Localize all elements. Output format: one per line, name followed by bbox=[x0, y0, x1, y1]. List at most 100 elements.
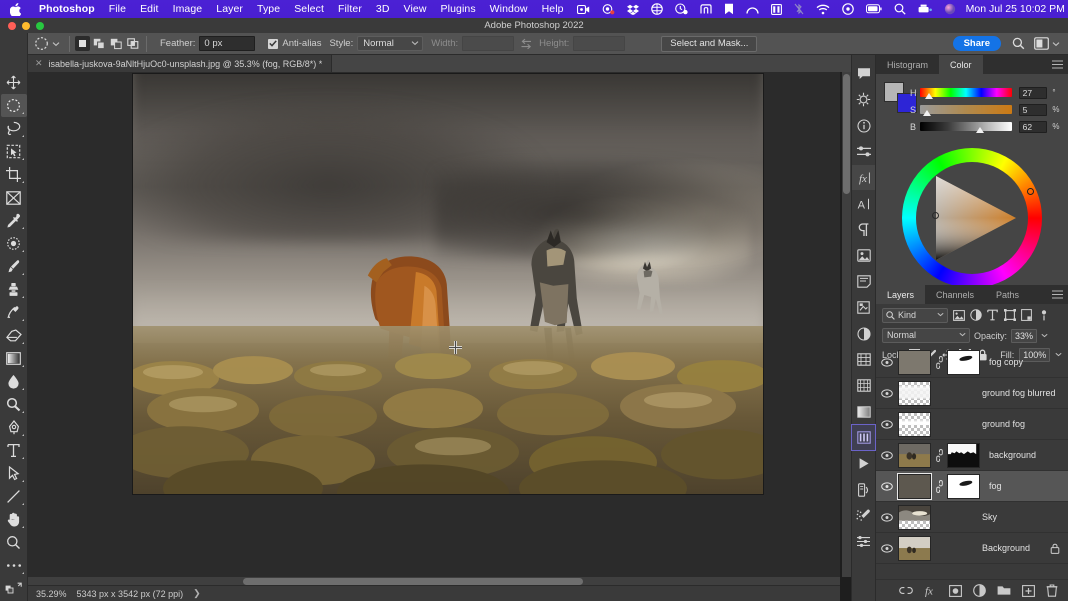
anti-alias-checkbox[interactable]: Anti-alias bbox=[268, 38, 321, 49]
chevron-right-icon[interactable]: ❯ bbox=[193, 588, 201, 599]
workspace-switcher[interactable] bbox=[1034, 37, 1060, 50]
menu-window[interactable]: Window bbox=[483, 3, 535, 15]
spotlight-search-icon[interactable] bbox=[888, 3, 912, 15]
menu-plugins[interactable]: Plugins bbox=[434, 3, 483, 15]
table-row[interactable]: Background bbox=[876, 533, 1068, 564]
swap-width-height-icon[interactable] bbox=[520, 38, 533, 50]
tab-layers[interactable]: Layers bbox=[876, 285, 926, 304]
layer-list[interactable]: fog copy ground fog blurred ground fog b… bbox=[876, 347, 1068, 579]
search-icon[interactable] bbox=[1012, 37, 1025, 50]
select-and-mask-button[interactable]: Select and Mask... bbox=[661, 35, 758, 52]
tab-paths[interactable]: Paths bbox=[985, 285, 1031, 304]
styles-panel-button[interactable]: fx bbox=[852, 165, 875, 190]
menubar-clock[interactable]: Mon Jul 25 10:02 PM bbox=[962, 3, 1068, 15]
layer-visibility-toggle[interactable] bbox=[880, 481, 894, 491]
menu-edit[interactable]: Edit bbox=[133, 3, 166, 15]
menu-select[interactable]: Select bbox=[287, 3, 331, 15]
swatches-panel-button[interactable] bbox=[852, 347, 875, 372]
menu-layer[interactable]: Layer bbox=[209, 3, 250, 15]
spot-healing-brush-tool[interactable] bbox=[1, 232, 27, 255]
type-layers-filter-icon[interactable] bbox=[986, 308, 999, 323]
table-row[interactable]: ground fog blurred bbox=[876, 378, 1068, 409]
control-center-icon[interactable] bbox=[836, 3, 860, 15]
panel-menu-icon[interactable] bbox=[1052, 290, 1063, 299]
adjustment-layers-panel-button[interactable] bbox=[852, 321, 875, 346]
menu-type[interactable]: Type bbox=[250, 3, 287, 15]
layer-name[interactable]: fog copy bbox=[989, 357, 1023, 367]
horizontal-scroll-thumb[interactable] bbox=[243, 578, 583, 585]
clock-badge-icon[interactable] bbox=[669, 3, 694, 15]
layer-thumbnail[interactable] bbox=[898, 504, 931, 530]
pixel-layers-filter-icon[interactable] bbox=[952, 308, 965, 323]
table-row[interactable]: ground fog bbox=[876, 409, 1068, 440]
subtract-from-selection-button[interactable] bbox=[109, 36, 124, 51]
canvas-area[interactable] bbox=[28, 72, 840, 584]
zoom-level[interactable]: 35.29% bbox=[36, 589, 67, 599]
add-layer-mask-button[interactable] bbox=[949, 584, 962, 597]
layer-filter-kind-select[interactable]: Kind bbox=[882, 307, 948, 323]
lasso-tool[interactable] bbox=[1, 117, 27, 140]
link-icon[interactable] bbox=[935, 355, 943, 369]
dodge-tool[interactable] bbox=[1, 393, 27, 416]
printer-dot-icon[interactable] bbox=[912, 4, 938, 15]
layer-visibility-toggle[interactable] bbox=[880, 543, 894, 553]
filter-toggle-icon[interactable] bbox=[1037, 308, 1050, 323]
bluetooth-off-icon[interactable] bbox=[788, 3, 810, 15]
history-brush-tool[interactable] bbox=[1, 301, 27, 324]
zoom-tool[interactable] bbox=[1, 531, 27, 554]
blend-mode-select[interactable]: Normal bbox=[882, 328, 970, 343]
delete-layer-button[interactable] bbox=[1046, 584, 1058, 597]
dropbox-icon[interactable] bbox=[621, 4, 645, 15]
adjustment-layers-filter-icon[interactable] bbox=[969, 308, 982, 323]
layer-thumbnail[interactable] bbox=[898, 380, 931, 406]
new-selection-button[interactable] bbox=[75, 36, 90, 51]
crop-tool[interactable] bbox=[1, 163, 27, 186]
new-adjustment-layer-button[interactable] bbox=[973, 584, 986, 597]
layer-mask-thumbnail[interactable] bbox=[947, 442, 980, 468]
opacity-input[interactable]: 33% bbox=[1011, 328, 1038, 343]
menu-view[interactable]: View bbox=[397, 3, 434, 15]
style-select[interactable]: Normal bbox=[357, 36, 424, 51]
battery-icon[interactable] bbox=[860, 4, 888, 14]
brush-tool[interactable] bbox=[1, 255, 27, 278]
gradient-tool[interactable] bbox=[1, 347, 27, 370]
histogram-panel-button[interactable] bbox=[851, 424, 876, 451]
hue-ring-marker[interactable] bbox=[1027, 188, 1034, 195]
edit-toolbar-button[interactable] bbox=[1, 554, 27, 577]
layer-name[interactable]: Background bbox=[982, 543, 1030, 553]
width-input[interactable] bbox=[462, 36, 515, 51]
nvidia-icon[interactable] bbox=[694, 3, 718, 15]
intersect-with-selection-button[interactable] bbox=[126, 36, 141, 51]
siri-icon[interactable] bbox=[938, 3, 962, 15]
move-tool[interactable] bbox=[1, 71, 27, 94]
table-row[interactable]: Sky bbox=[876, 502, 1068, 533]
layer-name[interactable]: ground fog blurred bbox=[982, 388, 1056, 398]
layer-thumbnail[interactable] bbox=[898, 535, 931, 561]
table-row[interactable]: fog copy bbox=[876, 347, 1068, 378]
layer-mask-thumbnail[interactable] bbox=[947, 473, 980, 499]
saturation-slider[interactable] bbox=[920, 105, 1012, 116]
apple-logo-icon[interactable] bbox=[10, 2, 21, 16]
panel-menu-icon[interactable] bbox=[1052, 60, 1063, 69]
layer-visibility-toggle[interactable] bbox=[880, 357, 894, 367]
tab-color[interactable]: Color bbox=[939, 55, 983, 74]
tab-histogram[interactable]: Histogram bbox=[876, 55, 940, 74]
menu-3d[interactable]: 3D bbox=[369, 3, 397, 15]
menu-photoshop[interactable]: Photoshop bbox=[32, 3, 102, 15]
elliptical-marquee-tool[interactable] bbox=[0, 94, 27, 117]
layer-name[interactable]: fog bbox=[989, 481, 1002, 491]
layer-name[interactable]: Sky bbox=[982, 512, 997, 522]
gradients-panel-button[interactable] bbox=[852, 399, 875, 424]
layer-name[interactable]: ground fog bbox=[982, 419, 1025, 429]
notes-panel-button[interactable] bbox=[852, 269, 875, 294]
minimize-button[interactable] bbox=[22, 21, 30, 30]
layer-visibility-toggle[interactable] bbox=[880, 512, 894, 522]
shape-layers-filter-icon[interactable] bbox=[1003, 308, 1016, 323]
tool-presets-panel-button[interactable] bbox=[852, 529, 875, 554]
info-panel-button[interactable] bbox=[852, 113, 875, 138]
brush-settings-panel-button[interactable] bbox=[852, 503, 875, 528]
brightness-slider-knob[interactable] bbox=[976, 127, 985, 133]
type-tool[interactable] bbox=[1, 439, 27, 462]
layer-visibility-toggle[interactable] bbox=[880, 450, 894, 460]
close-icon[interactable]: ✕ bbox=[35, 58, 43, 69]
